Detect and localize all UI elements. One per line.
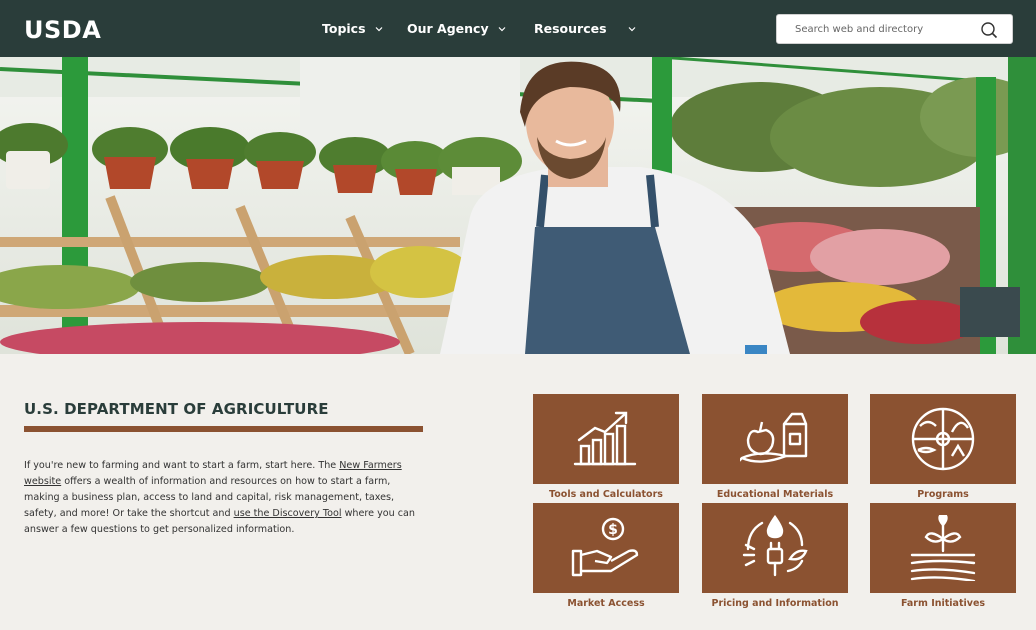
tile-label: Programs bbox=[917, 489, 969, 500]
title-underline bbox=[24, 426, 423, 432]
greenhouse-farmer-photo bbox=[0, 57, 1036, 354]
nav-resources[interactable]: Resources bbox=[534, 21, 637, 36]
tile-programs[interactable]: Programs bbox=[870, 394, 1016, 512]
nav-our-agency-label: Our Agency bbox=[407, 21, 489, 36]
tile-icon-box bbox=[533, 394, 679, 484]
tile-label: Market Access bbox=[567, 598, 645, 609]
tile-label: Educational Materials bbox=[716, 489, 834, 500]
food-produce-icon bbox=[740, 412, 808, 463]
tile-pricing-and-information[interactable]: Pricing and Information bbox=[702, 503, 848, 621]
page-title: U.S. DEPARTMENT OF AGRICULTURE bbox=[24, 400, 329, 418]
tile-icon-box bbox=[870, 503, 1016, 593]
nav-topics-label: Topics bbox=[322, 21, 366, 36]
tile-label: Pricing and Information bbox=[711, 598, 839, 609]
farm-circle-icon bbox=[911, 407, 975, 471]
energy-plug-icon bbox=[742, 515, 808, 577]
plant-field-icon bbox=[910, 515, 976, 581]
chevron-down-icon bbox=[628, 26, 635, 31]
intro-paragraph: If you're new to farming and want to sta… bbox=[24, 458, 420, 538]
tile-farm-initiatives[interactable]: Farm Initiatives bbox=[870, 503, 1016, 621]
usda-logo[interactable]: USDA bbox=[24, 16, 101, 44]
tile-icon-box bbox=[702, 394, 848, 484]
chevron-down-icon bbox=[375, 26, 382, 31]
nav-resources-label: Resources bbox=[534, 21, 607, 36]
chevron-down-icon bbox=[498, 26, 506, 31]
site-header: USDA Topics Our Agency Resources bbox=[0, 0, 1036, 57]
tile-icon-box: $ bbox=[533, 503, 679, 593]
search-icon[interactable] bbox=[980, 21, 998, 39]
chart-growth-icon bbox=[573, 411, 637, 466]
svg-text:$: $ bbox=[608, 522, 618, 538]
tile-icon-box bbox=[870, 394, 1016, 484]
tile-market-access[interactable]: $ Market Access bbox=[533, 503, 679, 621]
discovery-tool-link[interactable]: use the Discovery Tool bbox=[234, 508, 342, 519]
search-bar bbox=[776, 14, 1013, 44]
nav-topics[interactable]: Topics bbox=[322, 21, 384, 36]
tile-label: Farm Initiatives bbox=[900, 598, 986, 609]
tile-label: Tools and Calculators bbox=[549, 489, 663, 500]
hero-image bbox=[0, 57, 1036, 354]
intro-text-1: If you're new to farming and want to sta… bbox=[24, 460, 340, 471]
tile-tools-and-calculators[interactable]: Tools and Calculators bbox=[533, 394, 679, 512]
tile-icon-box bbox=[702, 503, 848, 593]
search-input[interactable] bbox=[777, 15, 977, 43]
hand-money-icon: $ bbox=[571, 517, 639, 577]
tile-educational-materials[interactable]: Educational Materials bbox=[702, 394, 848, 512]
nav-our-agency[interactable]: Our Agency bbox=[407, 21, 507, 36]
